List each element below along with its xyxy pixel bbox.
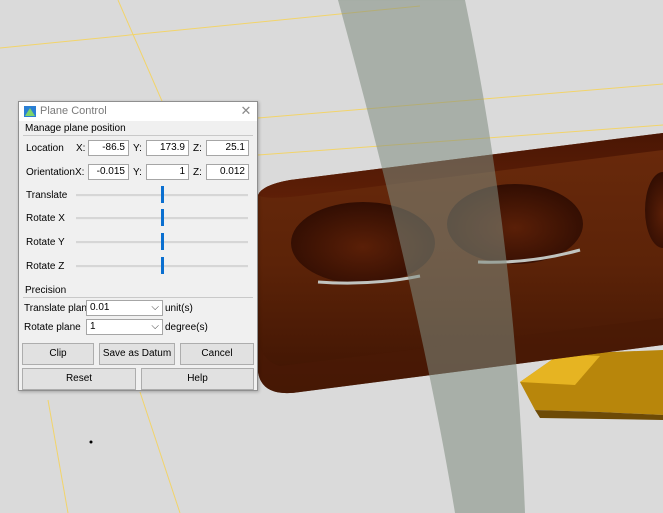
group-divider xyxy=(23,297,253,298)
clip-button[interactable]: Clip xyxy=(22,343,94,365)
orientation-z-field[interactable]: 0.012 xyxy=(206,164,249,180)
precision-label: Precision xyxy=(25,285,67,296)
cancel-button[interactable]: Cancel xyxy=(180,343,254,365)
slider-thumb[interactable] xyxy=(160,233,164,250)
location-y-label: Y: xyxy=(133,143,142,154)
location-label: Location xyxy=(26,143,64,154)
group-divider xyxy=(23,135,253,136)
rotate-x-slider[interactable] xyxy=(76,209,248,226)
location-z-label: Z: xyxy=(193,143,202,154)
translate-plane-label: Translate plane xyxy=(24,303,93,314)
location-x-field[interactable]: -86.5 xyxy=(88,140,129,156)
reset-button[interactable]: Reset xyxy=(22,368,136,390)
rotate-x-slider-label: Rotate X xyxy=(26,213,65,224)
dialog-title: Plane Control xyxy=(40,105,107,117)
close-icon[interactable]: ✕ xyxy=(238,103,254,119)
dialog-titlebar[interactable]: Plane Control ✕ xyxy=(19,102,257,121)
location-y-field[interactable]: 173.9 xyxy=(146,140,189,156)
rotate-z-slider[interactable] xyxy=(76,257,248,274)
translate-precision-select[interactable]: 0.01 ⌵ xyxy=(86,300,163,316)
translate-slider-label: Translate xyxy=(26,190,68,201)
cursor-dot xyxy=(89,440,93,444)
orientation-x-field[interactable]: -0.015 xyxy=(88,164,129,180)
translate-precision-value: 0.01 xyxy=(90,302,110,313)
rotate-y-slider-label: Rotate Y xyxy=(26,237,65,248)
rotate-plane-label: Rotate plane xyxy=(24,322,81,333)
translate-slider[interactable] xyxy=(76,186,248,203)
location-z-field[interactable]: 25.1 xyxy=(206,140,249,156)
translate-unit-label: unit(s) xyxy=(165,303,193,314)
orientation-label: Orientation xyxy=(26,167,75,178)
rotate-precision-select[interactable]: 1 ⌵ xyxy=(86,319,163,335)
rotate-unit-label: degree(s) xyxy=(165,322,208,333)
orientation-x-label: X: xyxy=(75,167,85,178)
orientation-y-field[interactable]: 1 xyxy=(146,164,189,180)
rotate-z-slider-label: Rotate Z xyxy=(26,261,65,272)
help-button[interactable]: Help xyxy=(141,368,254,390)
manage-position-label: Manage plane position xyxy=(25,123,126,134)
chevron-down-icon: ⌵ xyxy=(151,302,159,313)
plane-control-dialog[interactable]: Plane Control ✕ Manage plane position Lo… xyxy=(18,101,258,391)
orientation-z-label: Z: xyxy=(193,167,202,178)
slider-thumb[interactable] xyxy=(160,209,164,226)
rotate-precision-value: 1 xyxy=(90,321,96,332)
save-as-datum-button[interactable]: Save as Datum xyxy=(99,343,175,365)
slider-thumb[interactable] xyxy=(160,186,164,203)
rotate-y-slider[interactable] xyxy=(76,233,248,250)
plane-control-app-icon xyxy=(24,106,36,117)
orientation-y-label: Y: xyxy=(133,167,142,178)
slider-thumb[interactable] xyxy=(160,257,164,274)
chevron-down-icon: ⌵ xyxy=(151,321,159,332)
location-x-label: X: xyxy=(76,143,86,154)
